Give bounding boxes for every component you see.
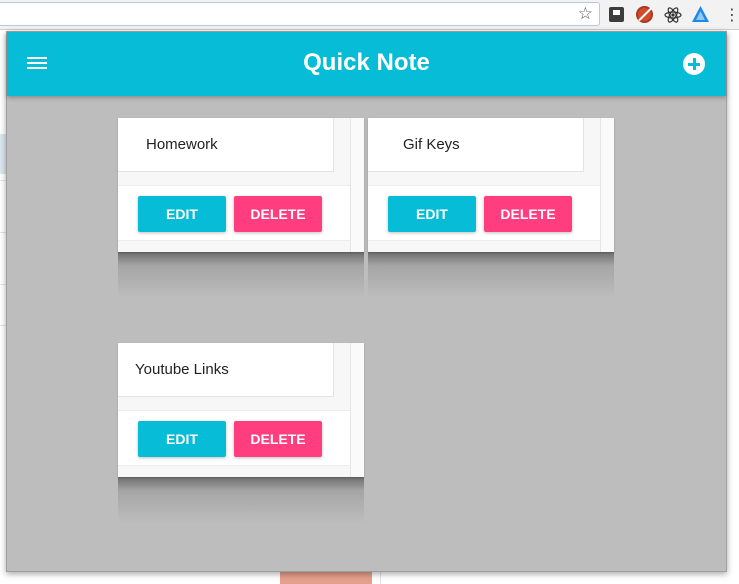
delete-button[interactable]: DELETE	[234, 196, 322, 232]
card-shadow	[368, 248, 614, 298]
star-icon[interactable]: ☆	[578, 4, 593, 24]
card-actions: EDIT DELETE	[368, 185, 600, 241]
note-title: Homework	[146, 136, 218, 153]
app-bar: Quick Note	[7, 32, 726, 96]
extension-icons	[606, 4, 711, 26]
quick-note-extension-icon[interactable]	[690, 4, 711, 25]
browser-menu-icon[interactable]: ⋮	[724, 4, 739, 26]
card-header: Gif Keys	[368, 118, 584, 172]
address-bar[interactable]: ☆	[0, 2, 600, 26]
edit-button[interactable]: EDIT	[138, 421, 226, 457]
card-scrollbar[interactable]	[350, 343, 364, 477]
app-title: Quick Note	[303, 49, 430, 76]
card-scrollbar[interactable]	[350, 118, 364, 252]
note-card: Homework EDIT DELETE	[118, 118, 364, 298]
delete-button[interactable]: DELETE	[484, 196, 572, 232]
note-title: Gif Keys	[403, 136, 460, 153]
card-body: Youtube Links EDIT DELETE	[118, 343, 364, 477]
card-header: Youtube Links	[118, 343, 334, 397]
card-shadow	[118, 248, 364, 298]
hamburger-menu-icon[interactable]	[27, 54, 49, 74]
card-scrollbar[interactable]	[600, 118, 614, 252]
card-actions: EDIT DELETE	[118, 410, 350, 466]
quick-note-popup: Quick Note Homework EDIT DELETE Gif Keys…	[6, 31, 727, 572]
block-extension-icon[interactable]	[634, 4, 655, 25]
stop-extension-icon[interactable]	[606, 4, 627, 25]
card-actions: EDIT DELETE	[118, 185, 350, 241]
react-extension-icon[interactable]	[662, 4, 683, 25]
card-body: Gif Keys EDIT DELETE	[368, 118, 614, 252]
edit-button[interactable]: EDIT	[138, 196, 226, 232]
background-divider	[380, 572, 381, 584]
note-title: Youtube Links	[135, 361, 229, 378]
background-page-element	[280, 571, 372, 584]
edit-button[interactable]: EDIT	[388, 196, 476, 232]
note-card: Youtube Links EDIT DELETE	[118, 343, 364, 523]
card-body: Homework EDIT DELETE	[118, 118, 364, 252]
delete-button[interactable]: DELETE	[234, 421, 322, 457]
card-header: Homework	[118, 118, 334, 172]
plus-circle-icon[interactable]	[683, 53, 705, 75]
card-shadow	[118, 473, 364, 523]
note-card: Gif Keys EDIT DELETE	[368, 118, 614, 298]
browser-toolbar: ☆ ⋮	[0, 0, 739, 30]
